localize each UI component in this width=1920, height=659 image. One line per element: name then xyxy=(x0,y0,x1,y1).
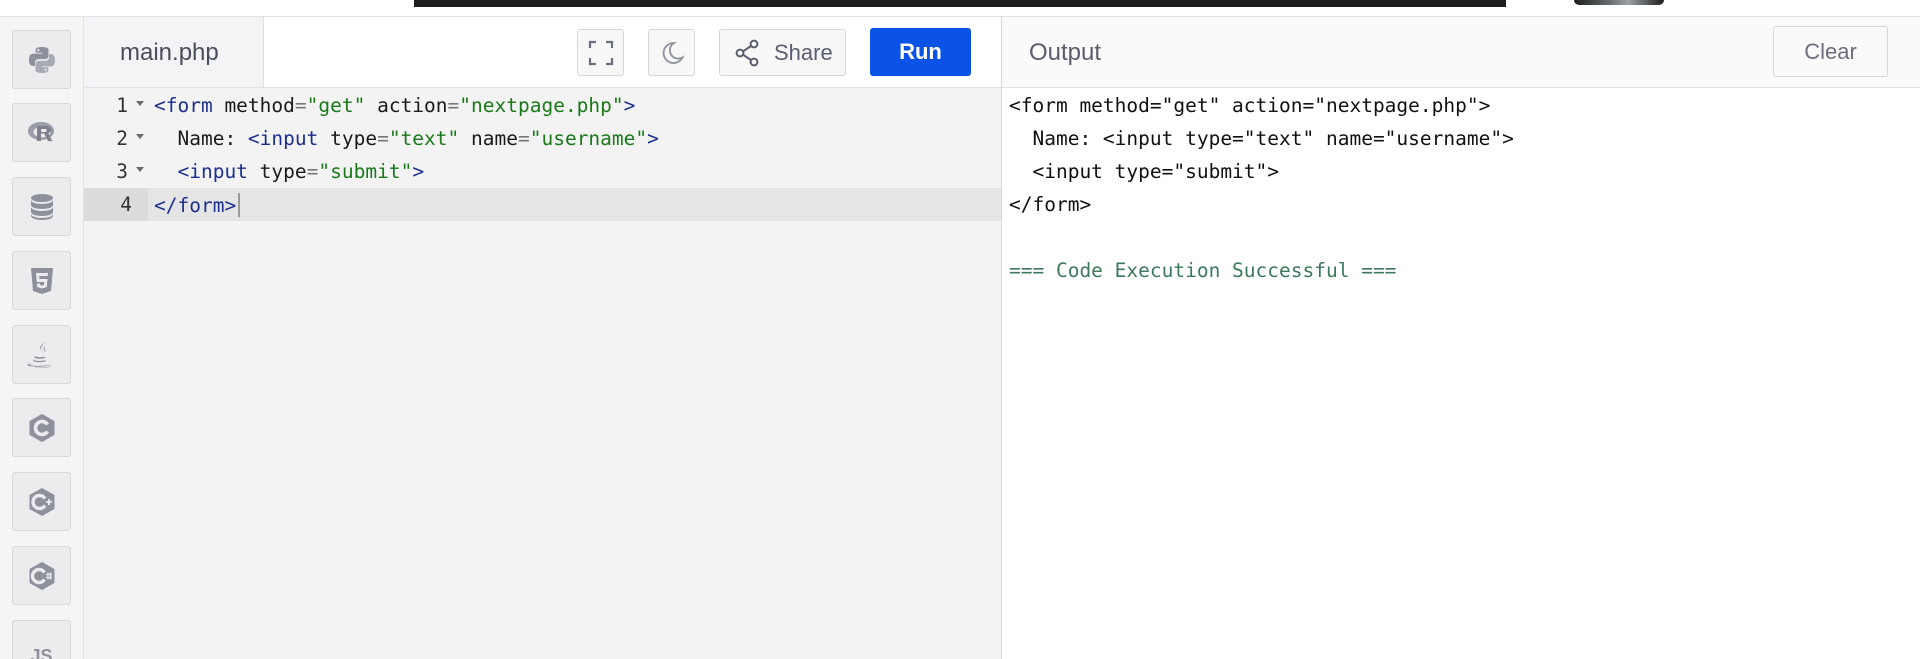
output-console: <form method="get" action="nextpage.php"… xyxy=(1002,88,1920,659)
r-icon xyxy=(27,121,54,141)
code-token: > xyxy=(412,160,425,183)
output-line: <form method="get" action="nextpage.php"… xyxy=(1009,94,1491,117)
csharp-icon xyxy=(29,561,54,590)
line-number: 3 xyxy=(116,160,128,183)
fold-arrow-icon[interactable] xyxy=(136,134,144,139)
java-icon xyxy=(26,341,51,368)
code-token: = xyxy=(377,127,389,150)
code-token: > xyxy=(623,94,636,117)
line-gutter: 1 xyxy=(84,89,148,122)
code-token: > xyxy=(647,127,659,150)
sidebar-item-javascript[interactable]: JS xyxy=(12,620,71,659)
code-token: action xyxy=(365,94,448,117)
code-token: type xyxy=(318,127,378,150)
code-token: name xyxy=(459,127,518,150)
text-cursor xyxy=(238,193,241,217)
code-token: "username" xyxy=(529,127,648,150)
line-number: 2 xyxy=(116,127,128,150)
code-line[interactable]: 2 Name: <input type="text" name="usernam… xyxy=(84,122,1001,155)
line-number: 1 xyxy=(116,94,128,117)
sidebar-item-csharp[interactable] xyxy=(12,546,71,605)
code-text: </form> xyxy=(154,193,241,217)
code-line[interactable]: 3 <input type="submit"> xyxy=(84,155,1001,188)
file-tab[interactable]: main.php xyxy=(84,17,264,87)
code-line[interactable]: 1 <form method="get" action="nextpage.php… xyxy=(84,89,1001,122)
sidebar-item-java[interactable] xyxy=(12,325,71,384)
output-title: Output xyxy=(1029,39,1102,66)
html5-icon xyxy=(30,267,53,294)
output-line: Name: <input type="text" name="username"… xyxy=(1009,127,1514,150)
python-icon xyxy=(28,46,55,73)
output-line: <input type="submit"> xyxy=(1009,160,1280,183)
sidebar-item-python[interactable] xyxy=(12,30,71,89)
code-token: "get" xyxy=(306,94,366,117)
sidebar-item-cpp[interactable] xyxy=(12,472,71,531)
code-token: "nextpage.php" xyxy=(459,94,624,117)
banner-graphic xyxy=(1574,0,1664,5)
code-token: type xyxy=(247,160,307,183)
share-label: Share xyxy=(774,39,833,65)
code-text: Name: <input type="text" name="username"… xyxy=(154,127,659,150)
cpp-icon xyxy=(29,487,54,516)
js-icon: JS xyxy=(30,646,53,659)
c-icon xyxy=(29,413,54,442)
code-token: = xyxy=(306,160,319,183)
line-gutter: 4 xyxy=(84,188,148,221)
sidebar-item-c[interactable] xyxy=(12,398,71,457)
language-sidebar: JS xyxy=(0,17,84,659)
code-token: method xyxy=(212,94,295,117)
database-icon xyxy=(30,193,53,220)
code-text: <input type="submit"> xyxy=(154,160,424,183)
moon-icon xyxy=(662,41,685,64)
top-banner-ad[interactable] xyxy=(414,0,1664,7)
share-icon xyxy=(735,39,759,66)
share-button[interactable]: Share xyxy=(719,29,846,76)
line-gutter: 2 xyxy=(84,122,148,155)
code-token: = xyxy=(294,94,307,117)
code-token: <input xyxy=(247,127,319,150)
line-number: 4 xyxy=(120,193,132,216)
code-token: <form xyxy=(154,94,213,117)
code-token: <input xyxy=(177,160,248,183)
code-line[interactable]: 4 </form> xyxy=(84,188,1001,221)
code-token: = xyxy=(447,94,460,117)
fullscreen-button[interactable] xyxy=(577,29,624,76)
code-token: = xyxy=(517,127,530,150)
clear-button[interactable]: Clear xyxy=(1773,26,1888,77)
run-button[interactable]: Run xyxy=(870,28,971,76)
code-token: Name: xyxy=(154,127,248,150)
sidebar-item-r[interactable] xyxy=(12,103,71,162)
editor-toolbar: main.php Share Run xyxy=(84,17,1001,88)
sidebar-item-sql[interactable] xyxy=(12,177,71,236)
fold-arrow-icon[interactable] xyxy=(136,167,144,172)
sidebar-item-html[interactable] xyxy=(12,251,71,310)
code-token: "text" xyxy=(388,127,460,150)
dark-mode-button[interactable] xyxy=(648,29,695,76)
code-token: </form> xyxy=(154,194,237,217)
line-gutter: 3 xyxy=(84,155,148,188)
output-line: </form> xyxy=(1009,193,1092,216)
output-toolbar: Output Clear xyxy=(1002,17,1920,88)
code-token: "submit" xyxy=(318,160,413,183)
code-text: <form method="get" action="nextpage.php"… xyxy=(154,94,635,117)
fullscreen-icon xyxy=(588,40,613,65)
fold-arrow-icon[interactable] xyxy=(136,101,144,106)
execution-status: === Code Execution Successful === xyxy=(1009,259,1397,282)
code-editor[interactable]: 1 <form method="get" action="nextpage.php… xyxy=(84,88,1001,659)
